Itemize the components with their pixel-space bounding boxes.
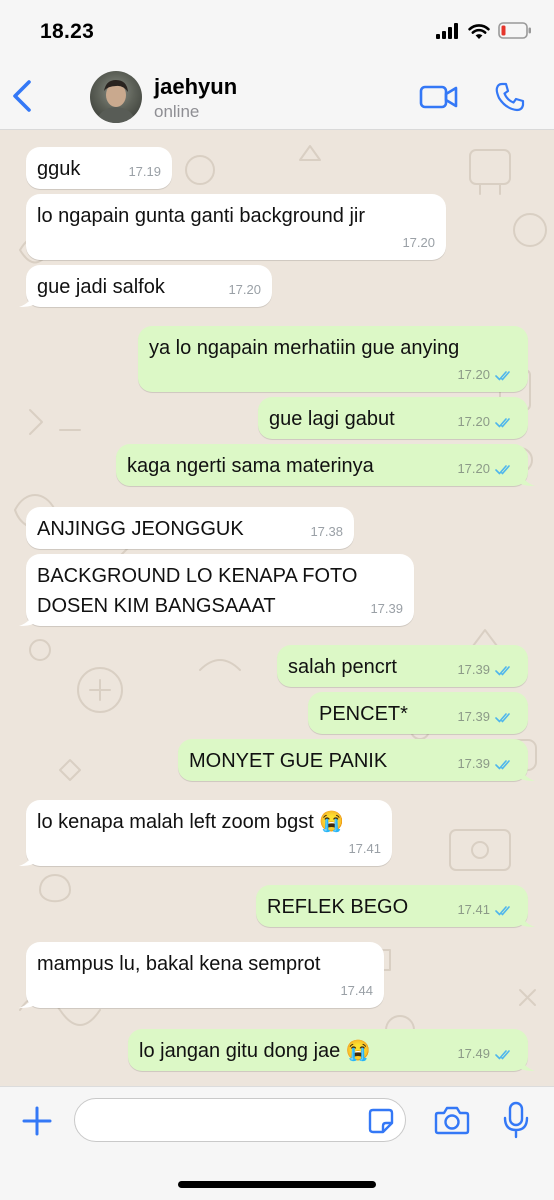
bubble-tail [19,612,33,626]
message-time: 17.39 [457,756,490,771]
outgoing-message[interactable]: lo jangan gitu dong jae 😭 17.49 [128,1029,535,1071]
message-text-line2: DOSEN KIM BANGSAAAT [37,595,276,617]
read-receipt-icon [495,418,510,428]
read-receipt-icon [495,760,510,770]
voice-call-icon[interactable] [494,81,526,113]
contact-avatar[interactable] [90,71,142,123]
message-text: BACKGROUND LO KENAPA FOTO [37,565,358,587]
chat-area[interactable]: gguk 17.19 lo ngapain gunta ganti backgrou… [0,130,554,1086]
message-text: MONYET GUE PANIK [189,750,388,772]
bubble-tail [19,994,33,1008]
incoming-message[interactable]: lo kenapa malah left zoom bgst 😭 17.41 [19,800,392,866]
outgoing-message[interactable]: PENCET* 17.39 [308,692,528,734]
bubble-tail [521,1057,535,1071]
bubble-tail [521,913,535,927]
read-receipt-icon [495,465,510,475]
message-text: lo jangan gitu dong jae 😭 [139,1040,371,1062]
status-icons [436,22,532,39]
message-time: 17.41 [348,841,381,856]
message-text: gue jadi salfok [37,276,165,298]
message-text: lo ngapain gunta ganti background jir [37,205,366,227]
message-time: 17.39 [457,662,490,677]
outgoing-message[interactable]: MONYET GUE PANIK 17.39 [178,739,535,781]
message-input[interactable] [74,1098,406,1142]
plus-icon[interactable] [21,1105,53,1137]
message-text: gue lagi gabut [269,408,395,430]
message-time: 17.49 [457,1046,490,1061]
outgoing-message[interactable]: salah pencrt 17.39 [277,645,528,687]
message-time: 17.39 [457,709,490,724]
avatar-photo-icon [96,80,136,123]
message-text: gguk [37,158,81,180]
message-text: PENCET* [319,703,408,725]
message-time: 17.20 [457,461,490,476]
message-time: 17.19 [128,164,161,179]
message-text: ANJINGG JEONGGUK [37,518,244,540]
outgoing-message[interactable]: kaga ngerti sama materinya 17.20 [116,444,535,486]
bubble-tail [521,767,535,781]
message-text: ya lo ngapain merhatiin gue anying [149,337,460,359]
message-text: salah pencrt [288,656,397,678]
video-call-icon[interactable] [419,84,459,110]
read-receipt-icon [495,1050,510,1060]
bubble-tail [19,852,33,866]
outgoing-message[interactable]: ya lo ngapain merhatiin gue anying 17.20 [138,326,528,392]
status-bar: 18.23 [0,0,554,62]
microphone-icon[interactable] [503,1101,529,1139]
message-time: 17.41 [457,902,490,917]
chat-header: jaehyun online [0,62,554,130]
incoming-message[interactable]: ANJINGG JEONGGUK 17.38 [26,507,354,549]
message-text: kaga ngerti sama materinya [127,455,374,477]
battery-low-icon [498,22,531,39]
status-time: 18.23 [40,20,95,43]
camera-icon[interactable] [434,1105,470,1135]
sticker-icon[interactable] [368,1108,394,1134]
incoming-message[interactable]: mampus lu, bakal kena semprot 17.44 [19,942,384,1008]
message-time: 17.20 [402,235,435,250]
outgoing-message[interactable]: REFLEK BEGO 17.41 [256,885,535,927]
contact-status: online [154,102,200,121]
message-text: lo kenapa malah left zoom bgst 😭 [37,811,345,833]
home-indicator [178,1181,376,1188]
bubble-tail [521,472,535,486]
read-receipt-icon [495,713,510,723]
incoming-message[interactable]: BACKGROUND LO KENAPA FOTO DOSEN KIM BANGS… [19,554,414,626]
message-text: mampus lu, bakal kena semprot [37,953,321,975]
wifi-icon [468,23,490,39]
message-time: 17.44 [340,983,373,998]
read-receipt-icon [495,371,510,381]
bubble-tail [19,293,33,307]
read-receipt-icon [495,906,510,916]
message-time: 17.20 [457,367,490,382]
incoming-message[interactable]: gguk 17.19 [26,147,172,189]
message-time: 17.20 [228,282,261,297]
message-text: REFLEK BEGO [267,896,409,918]
message-time: 17.20 [457,414,490,429]
contact-name[interactable]: jaehyun [154,74,237,100]
read-receipt-icon [495,666,510,676]
message-time: 17.39 [370,601,403,616]
message-time: 17.38 [310,524,343,539]
cellular-signal-icon [436,22,458,39]
outgoing-message[interactable]: gue lagi gabut 17.20 [258,397,528,439]
back-arrow-icon[interactable] [10,78,36,114]
incoming-message[interactable]: lo ngapain gunta ganti background jir 17.… [26,194,446,260]
incoming-message[interactable]: gue jadi salfok 17.20 [19,265,272,307]
